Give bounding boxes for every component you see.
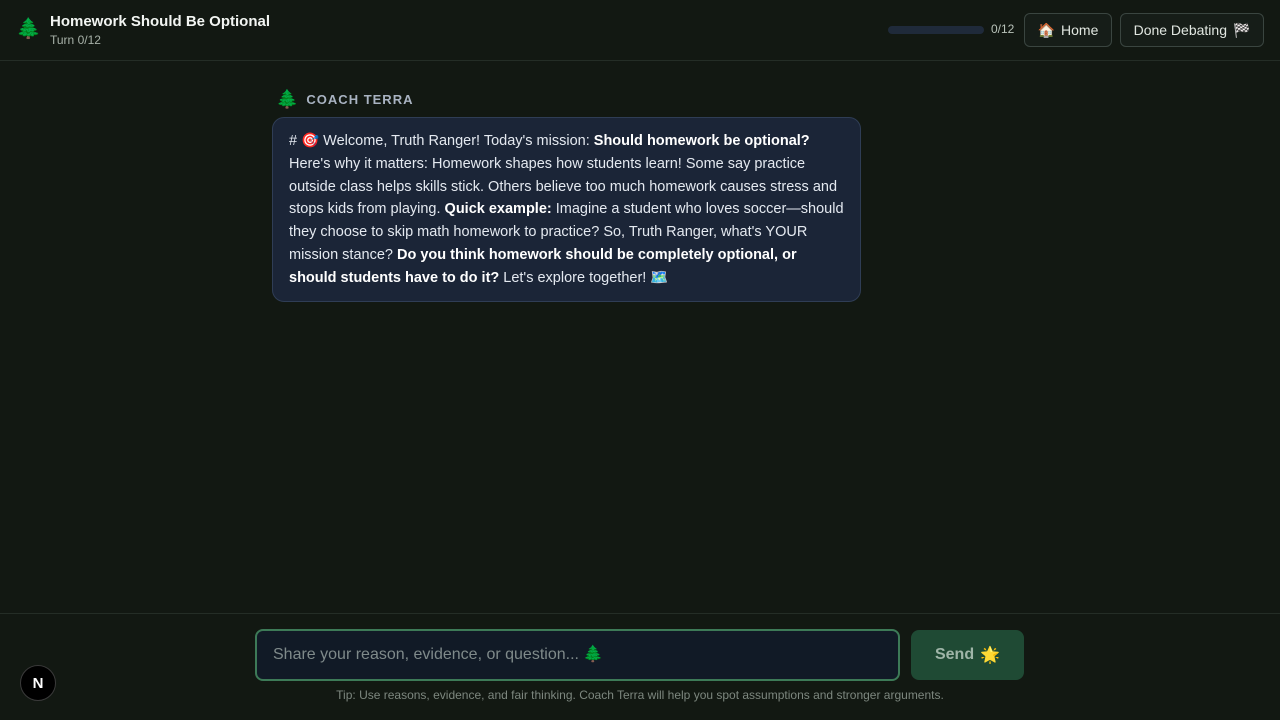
turn-progress-bar [888, 26, 984, 34]
send-button-label: Send [934, 646, 975, 663]
send-button[interactable]: Send 🌟 [911, 630, 1024, 680]
page-title: Homework Should Be Optional [50, 13, 271, 30]
message-input[interactable] [255, 629, 900, 681]
checkered-flag-icon: 🏁 [1232, 21, 1251, 38]
next-badge[interactable]: N [20, 665, 56, 701]
message-text: # 🎯 Welcome, Truth Ranger! Today's missi… [289, 133, 594, 149]
tree-icon: 🌲 [276, 88, 299, 109]
tree-icon: 🌲 [16, 18, 41, 40]
top-bar: 🌲 Homework Should Be Optional Turn 0/12 … [0, 0, 1280, 61]
home-button-label: Home [1061, 22, 1099, 38]
speaker-name: COACH TERRA [306, 91, 414, 107]
message-speaker: 🌲 COACH TERRA [276, 88, 413, 110]
turn-counter: Turn 0/12 [50, 33, 101, 47]
done-debating-button[interactable]: Done Debating 🏁 [1120, 13, 1264, 47]
home-button[interactable]: 🏠 Home [1024, 13, 1112, 47]
house-icon: 🏠 [1037, 21, 1056, 38]
message-bold: Should homework be optional? [593, 133, 810, 149]
star-icon: 🌟 [980, 647, 1001, 664]
tip-text: Tip: Use reasons, evidence, and fair thi… [336, 688, 944, 702]
done-button-label: Done Debating [1133, 22, 1227, 38]
message-text: Let's explore together! 🗺️ [499, 269, 669, 286]
progress-label: 0/12 [991, 22, 1015, 36]
coach-message: # 🎯 Welcome, Truth Ranger! Today's missi… [272, 117, 861, 302]
message-bold: Quick example: [444, 201, 552, 218]
